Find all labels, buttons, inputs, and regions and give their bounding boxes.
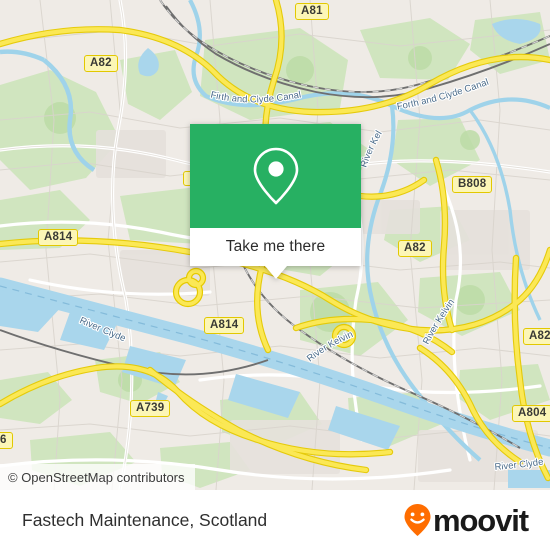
bottom-info-bar: Fastech Maintenance, Scotland moovit — [0, 490, 550, 550]
road-shield-a814-c[interactable]: A814 — [204, 317, 245, 334]
popup-image-area — [190, 124, 361, 228]
moovit-logo[interactable]: moovit — [403, 502, 529, 538]
moovit-wordmark: moovit — [432, 502, 529, 538]
popup-action-area[interactable]: Take me there — [190, 228, 361, 266]
road-shield-a81[interactable]: A81 — [295, 3, 329, 20]
map-page: Firth and Clyde Canal Forth and Clyde Ca… — [0, 0, 550, 550]
road-shield-a739[interactable]: A739 — [130, 400, 171, 417]
road-shield-a82-se[interactable]: A82 — [523, 328, 550, 345]
place-popup-card[interactable]: Take me there — [190, 124, 361, 279]
road-shield-a804[interactable]: A804 — [512, 405, 550, 422]
road-shield-a814-w[interactable]: A814 — [38, 229, 79, 246]
place-title: Fastech Maintenance, Scotland — [22, 509, 268, 530]
osm-attribution-text: © OpenStreetMap contributors — [8, 469, 185, 485]
popup-pointer-tail — [264, 266, 287, 279]
road-shield-b808[interactable]: B808 — [452, 176, 493, 193]
osm-attribution: © OpenStreetMap contributors — [0, 464, 195, 490]
moovit-smiley-pin-icon — [403, 503, 432, 537]
road-shield-a82-nw[interactable]: A82 — [84, 55, 118, 72]
road-shield-partial-left[interactable]: 6 — [0, 432, 13, 449]
map-pin-icon — [251, 145, 301, 207]
take-me-there-button[interactable]: Take me there — [226, 238, 326, 256]
road-shield-a82-e[interactable]: A82 — [398, 240, 432, 257]
